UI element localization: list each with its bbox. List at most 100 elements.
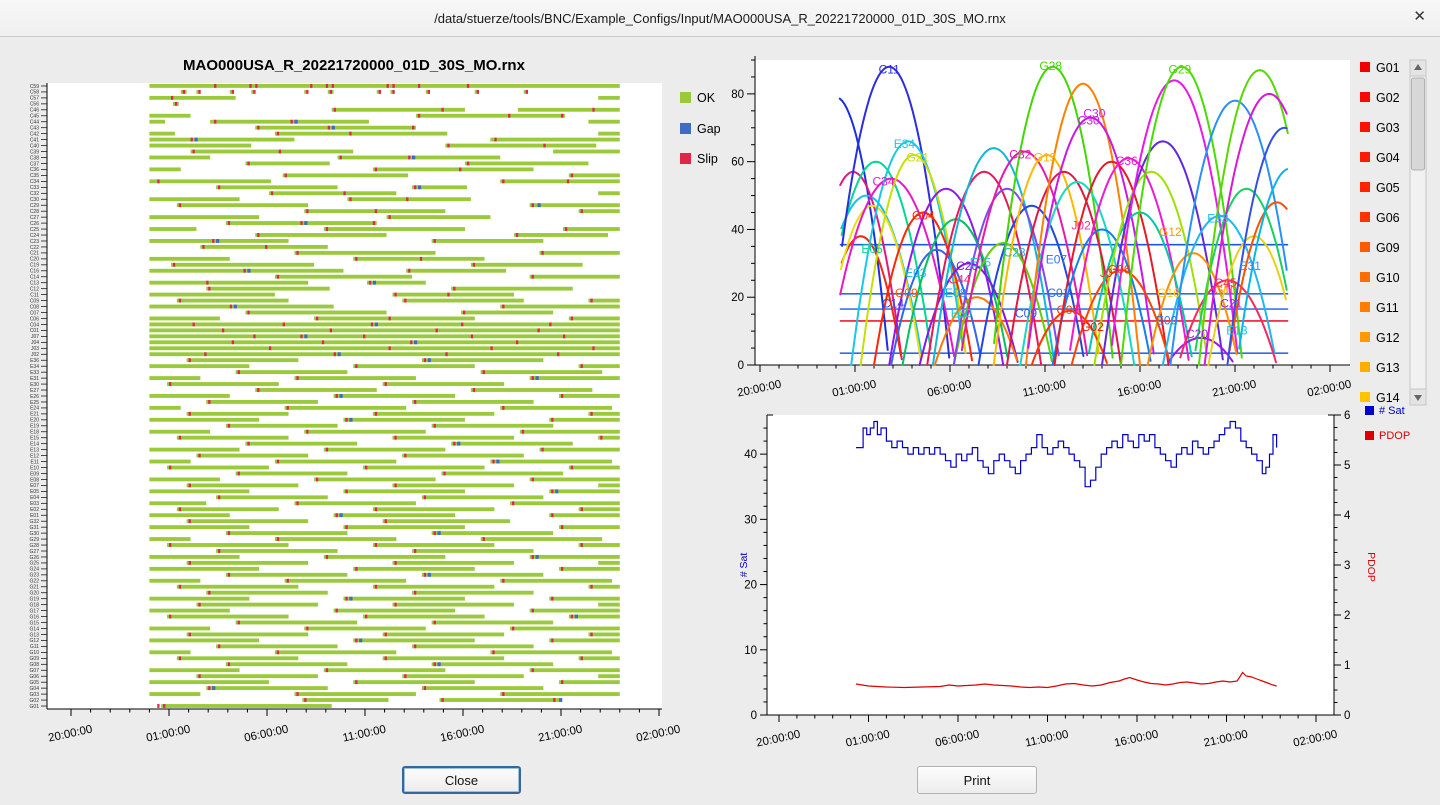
- availability-slip-mark: [502, 579, 504, 583]
- availability-slip-mark: [549, 322, 551, 326]
- sat-legend-label[interactable]: G10: [1376, 271, 1400, 285]
- availability-slip-mark: [316, 317, 318, 321]
- availability-ok-segment: [530, 376, 620, 380]
- sat-legend-label[interactable]: G09: [1376, 241, 1400, 255]
- sat-legend-label[interactable]: G12: [1376, 331, 1400, 345]
- availability-slip-mark: [183, 90, 185, 94]
- availability-slip-mark: [204, 352, 206, 356]
- availability-ok-segment: [422, 573, 544, 577]
- elevation-sat-label: E08: [945, 286, 967, 300]
- availability-ok-segment: [500, 406, 612, 410]
- availability-ok-segment: [149, 132, 174, 136]
- availability-ok-segment: [539, 448, 619, 452]
- availability-ok-segment: [226, 573, 348, 577]
- availability-slip-mark: [179, 299, 181, 303]
- availability-slip-mark: [526, 90, 528, 94]
- availability-ok-segment: [294, 501, 416, 505]
- availability-slip-mark: [441, 108, 443, 112]
- availability-ok-segment: [206, 591, 328, 595]
- availability-slip-mark: [157, 704, 159, 708]
- availability-slip-mark: [392, 90, 394, 94]
- window-close-icon[interactable]: ✕: [1413, 8, 1426, 26]
- availability-slip-mark: [330, 90, 332, 94]
- availability-slip-mark: [232, 90, 234, 94]
- availability-slip-mark: [392, 84, 394, 88]
- sat-legend-label[interactable]: G11: [1376, 301, 1399, 315]
- availability-slip-mark: [394, 436, 396, 440]
- availability-ok-segment: [167, 543, 289, 547]
- availability-slip-mark: [208, 287, 210, 291]
- availability-slip-mark: [355, 257, 357, 261]
- availability-slip-mark: [191, 138, 193, 142]
- availability-slip-mark: [561, 525, 563, 529]
- availability-ok-segment: [383, 656, 505, 660]
- availability-ok-segment: [471, 388, 593, 392]
- availability-slip-mark: [543, 144, 545, 148]
- window-titlebar: /data/stuerze/tools/BNC/Example_Configs/…: [0, 0, 1440, 37]
- availability-ok-segment: [187, 519, 309, 523]
- availability-gap-mark: [340, 513, 343, 517]
- availability-ok-segment: [373, 543, 495, 547]
- availability-ok-segment: [406, 269, 506, 273]
- availability-x-tick-label: 21:00:00: [537, 724, 583, 745]
- availability-gap-mark: [414, 340, 417, 344]
- print-button[interactable]: Print: [917, 766, 1037, 794]
- availability-slip-mark: [492, 650, 494, 654]
- availability-ok-segment: [245, 162, 329, 166]
- availability-slip-mark: [565, 227, 567, 231]
- availability-slip-mark: [590, 585, 592, 589]
- elevation-sat-label: C34: [872, 174, 894, 188]
- sat-legend-label[interactable]: G03: [1376, 121, 1400, 135]
- sat-legend-label[interactable]: G02: [1376, 91, 1400, 105]
- availability-ok-segment: [569, 173, 620, 177]
- satellite-legend-list[interactable]: G01 G02 G03 G04 G05 G06 G09 G10 G11 G12 G13 G14: [1360, 61, 1400, 405]
- availability-slip-mark: [326, 555, 328, 559]
- availability-slip-mark: [483, 537, 485, 541]
- close-button[interactable]: Close: [402, 766, 521, 794]
- sat-legend-label[interactable]: G05: [1376, 181, 1400, 195]
- availability-slip-mark: [326, 668, 328, 672]
- availability-ok-segment: [549, 597, 620, 601]
- sat-legend-label[interactable]: G14: [1376, 391, 1400, 405]
- sat-legend-label[interactable]: G06: [1376, 211, 1400, 225]
- scrollbar-thumb[interactable]: [1412, 78, 1425, 170]
- availability-slip-mark: [592, 108, 594, 112]
- availability-ok-segment: [161, 704, 332, 708]
- availability-slip-mark: [385, 519, 387, 523]
- elevation-sat-label: G29: [1169, 63, 1192, 77]
- availability-x-tick-label: 06:00:00: [243, 724, 289, 745]
- availability-ok-segment: [490, 650, 612, 654]
- availability-ok-segment: [416, 114, 565, 118]
- availability-slip-mark: [218, 495, 220, 499]
- availability-ok-segment: [177, 507, 279, 511]
- availability-ok-segment: [149, 317, 220, 321]
- availability-slip-mark: [349, 132, 351, 136]
- availability-ok-segment: [392, 561, 514, 565]
- availability-slip-mark: [551, 638, 553, 642]
- availability-gap-mark: [559, 698, 562, 702]
- sat-legend-label[interactable]: G04: [1376, 151, 1400, 165]
- availability-ok-segment: [588, 120, 619, 124]
- sat-legend-swatch: [1360, 92, 1370, 102]
- elevation-x-tick-label: 01:00:00: [831, 379, 877, 400]
- availability-slip-mark: [467, 84, 469, 88]
- availability-ok-segment: [275, 460, 397, 464]
- availability-slip-mark: [238, 370, 240, 374]
- availability-slip-mark: [277, 460, 279, 464]
- availability-slip-mark: [434, 424, 436, 428]
- satellite-legend-scrollbar[interactable]: [1410, 60, 1426, 405]
- sat-legend-label[interactable]: G13: [1376, 361, 1400, 375]
- availability-ok-segment: [432, 424, 554, 428]
- availability-slip-mark: [424, 686, 426, 690]
- elevation-sat-label: C01: [1047, 286, 1069, 300]
- num-sat-legend-swatch: [1365, 406, 1374, 415]
- availability-slip-mark: [581, 209, 583, 213]
- availability-slip-mark: [571, 317, 573, 321]
- pdop-tick-label: 5: [1344, 460, 1350, 472]
- sat-legend-swatch: [1360, 182, 1370, 192]
- availability-ok-segment: [149, 144, 251, 148]
- sat-legend-label[interactable]: G01: [1376, 61, 1400, 75]
- pdop-tick-label: 3: [1344, 560, 1350, 572]
- slip-legend-label: Slip: [697, 152, 718, 166]
- availability-ok-segment: [451, 442, 573, 446]
